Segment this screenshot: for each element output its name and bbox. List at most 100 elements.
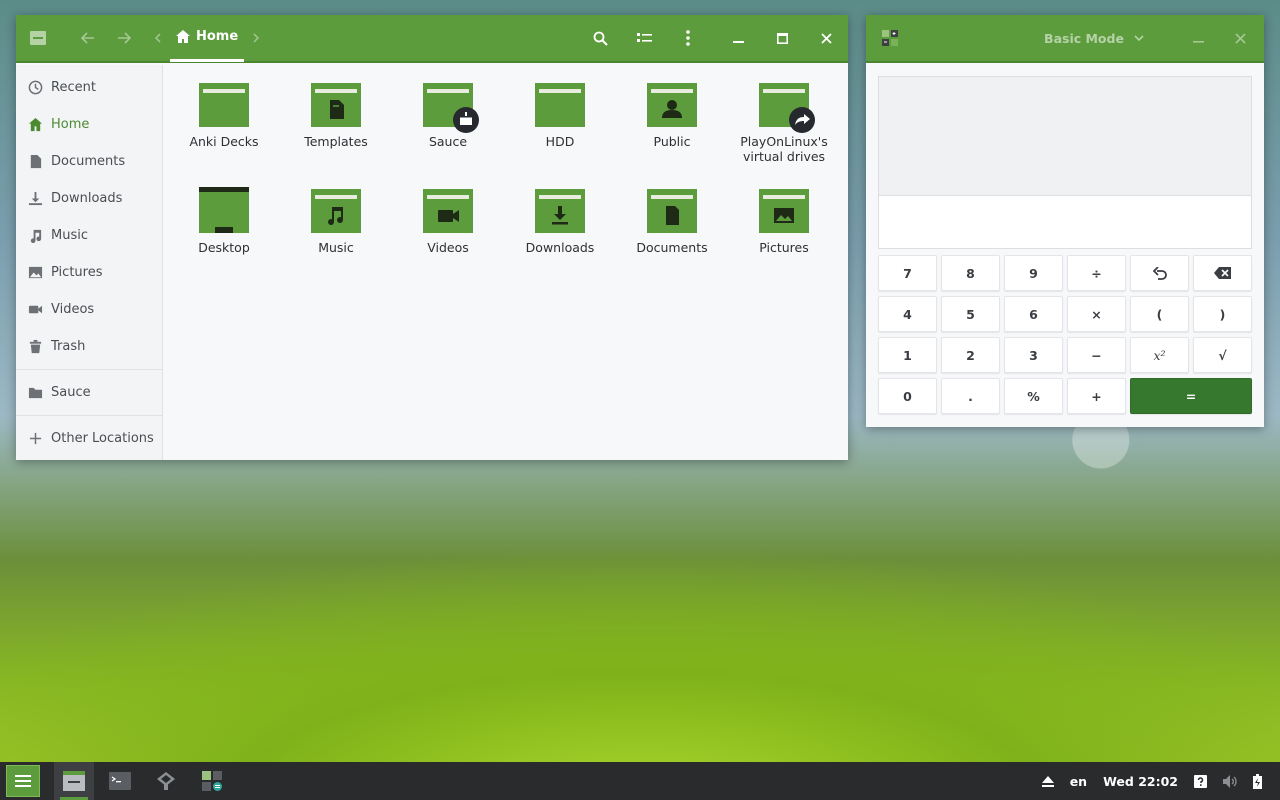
key-0[interactable]: 0 bbox=[878, 378, 937, 414]
breadcrumb-label: Home bbox=[196, 29, 239, 44]
files-app-icon bbox=[63, 771, 85, 791]
search-icon[interactable] bbox=[582, 20, 618, 56]
sidebar-separator bbox=[16, 415, 162, 416]
undo-icon bbox=[1152, 266, 1167, 280]
folder-item[interactable]: Videos bbox=[393, 187, 503, 255]
sidebar-item-trash[interactable]: Trash bbox=[16, 328, 162, 365]
places-sidebar: Recent Home Documents Downloads Music Pi… bbox=[16, 65, 163, 460]
calculator-input-field[interactable] bbox=[878, 195, 1252, 249]
folder-item[interactable]: PlayOnLinux's virtual drives bbox=[729, 81, 839, 164]
sidebar-item-videos[interactable]: Videos bbox=[16, 291, 162, 328]
folder-item[interactable]: Templates bbox=[281, 81, 391, 149]
calculator-app-icon bbox=[872, 20, 908, 56]
key-close-paren[interactable]: ) bbox=[1193, 296, 1252, 332]
keyboard-layout-indicator[interactable]: en bbox=[1070, 774, 1087, 789]
sidebar-item-music[interactable]: Music bbox=[16, 217, 162, 254]
key-open-paren[interactable]: ( bbox=[1130, 296, 1189, 332]
sidebar-item-downloads[interactable]: Downloads bbox=[16, 180, 162, 217]
minimize-icon[interactable] bbox=[1180, 20, 1216, 56]
public-folder-icon bbox=[647, 83, 697, 127]
sidebar-item-label: Pictures bbox=[51, 265, 103, 280]
sidebar-item-other-locations[interactable]: Other Locations bbox=[16, 420, 162, 457]
plus-icon bbox=[29, 432, 42, 445]
key-undo[interactable] bbox=[1130, 255, 1189, 291]
hamburger-icon bbox=[15, 775, 31, 787]
key-divide[interactable]: ÷ bbox=[1067, 255, 1126, 291]
key-2[interactable]: 2 bbox=[941, 337, 1000, 373]
mode-selector[interactable]: Basic Mode bbox=[1044, 31, 1144, 46]
folder-label: Public bbox=[653, 134, 691, 149]
folder-label: Downloads bbox=[525, 240, 595, 255]
path-left-chevron-icon[interactable] bbox=[146, 20, 170, 56]
folder-label: Music bbox=[318, 240, 354, 255]
key-square[interactable]: x² bbox=[1130, 337, 1189, 373]
folder-item[interactable]: Documents bbox=[617, 187, 727, 255]
key-9[interactable]: 9 bbox=[1004, 255, 1063, 291]
folder-label: HDD bbox=[545, 134, 575, 149]
sidebar-item-sauce[interactable]: Sauce bbox=[16, 374, 162, 411]
calculator-app-icon bbox=[202, 771, 222, 791]
help-icon[interactable] bbox=[1194, 774, 1207, 788]
key-backspace[interactable] bbox=[1193, 255, 1252, 291]
minimize-icon[interactable] bbox=[720, 20, 756, 56]
maximize-icon[interactable] bbox=[764, 20, 800, 56]
sidebar-item-label: Documents bbox=[51, 154, 126, 169]
sidebar-item-documents[interactable]: Documents bbox=[16, 143, 162, 180]
key-add[interactable]: + bbox=[1067, 378, 1126, 414]
key-3[interactable]: 3 bbox=[1004, 337, 1063, 373]
sidebar-item-label: Other Locations bbox=[51, 431, 154, 446]
sidebar-item-label: Home bbox=[51, 117, 90, 132]
path-right-chevron-icon[interactable] bbox=[244, 20, 268, 56]
key-percent[interactable]: % bbox=[1004, 378, 1063, 414]
folder-item[interactable]: Sauce bbox=[393, 81, 503, 149]
close-icon[interactable] bbox=[1222, 20, 1258, 56]
forward-arrow-icon[interactable] bbox=[106, 20, 142, 56]
sidebar-item-home[interactable]: Home bbox=[16, 106, 162, 143]
folder-icon bbox=[28, 387, 43, 399]
key-6[interactable]: 6 bbox=[1004, 296, 1063, 332]
folder-label: Sauce bbox=[428, 134, 468, 149]
folder-item[interactable]: Anki Decks bbox=[169, 81, 279, 149]
back-arrow-icon[interactable] bbox=[70, 20, 106, 56]
calculator-history-display bbox=[878, 76, 1252, 195]
key-1[interactable]: 1 bbox=[878, 337, 937, 373]
battery-icon[interactable] bbox=[1253, 773, 1262, 789]
eject-icon[interactable] bbox=[1041, 775, 1054, 787]
view-list-icon[interactable] bbox=[626, 20, 662, 56]
taskbar-app-installer[interactable] bbox=[146, 762, 186, 800]
sidebar-item-label: Trash bbox=[51, 339, 86, 354]
clock[interactable]: Wed 22:02 bbox=[1103, 774, 1178, 789]
kebab-menu-icon[interactable] bbox=[670, 20, 706, 56]
folder-item[interactable]: Music bbox=[281, 187, 391, 255]
key-multiply[interactable]: × bbox=[1067, 296, 1126, 332]
home-icon bbox=[176, 30, 190, 43]
volume-icon[interactable] bbox=[1223, 774, 1237, 788]
sidebar-item-pictures[interactable]: Pictures bbox=[16, 254, 162, 291]
key-8[interactable]: 8 bbox=[941, 255, 1000, 291]
terminal-icon bbox=[109, 772, 131, 790]
taskbar-app-calculator[interactable] bbox=[192, 762, 232, 800]
application-menu-button[interactable] bbox=[6, 765, 40, 797]
sidebar-item-label: Sauce bbox=[51, 385, 91, 400]
folder-item[interactable]: Public bbox=[617, 81, 727, 149]
taskbar-app-files[interactable] bbox=[54, 762, 94, 800]
close-icon[interactable] bbox=[808, 20, 844, 56]
taskbar-app-terminal[interactable] bbox=[100, 762, 140, 800]
folder-item[interactable]: HDD bbox=[505, 81, 615, 149]
folder-item[interactable]: Desktop bbox=[169, 187, 279, 255]
app-menu-icon[interactable] bbox=[20, 20, 56, 56]
folder-item[interactable]: Pictures bbox=[729, 187, 839, 255]
folder-item[interactable]: Downloads bbox=[505, 187, 615, 255]
key-7[interactable]: 7 bbox=[878, 255, 937, 291]
calculator-window: Basic Mode 7 8 9 ÷ 4 5 6 × ( ) 1 2 3 − x… bbox=[866, 15, 1264, 427]
key-4[interactable]: 4 bbox=[878, 296, 937, 332]
key-subtract[interactable]: − bbox=[1067, 337, 1126, 373]
breadcrumb-home[interactable]: Home bbox=[170, 14, 245, 62]
key-decimal[interactable]: . bbox=[941, 378, 1000, 414]
desktop-folder-icon bbox=[199, 187, 249, 233]
key-5[interactable]: 5 bbox=[941, 296, 1000, 332]
key-equals[interactable]: = bbox=[1130, 378, 1252, 414]
key-sqrt[interactable]: √ bbox=[1193, 337, 1252, 373]
download-icon bbox=[28, 191, 43, 206]
sidebar-item-recent[interactable]: Recent bbox=[16, 69, 162, 106]
